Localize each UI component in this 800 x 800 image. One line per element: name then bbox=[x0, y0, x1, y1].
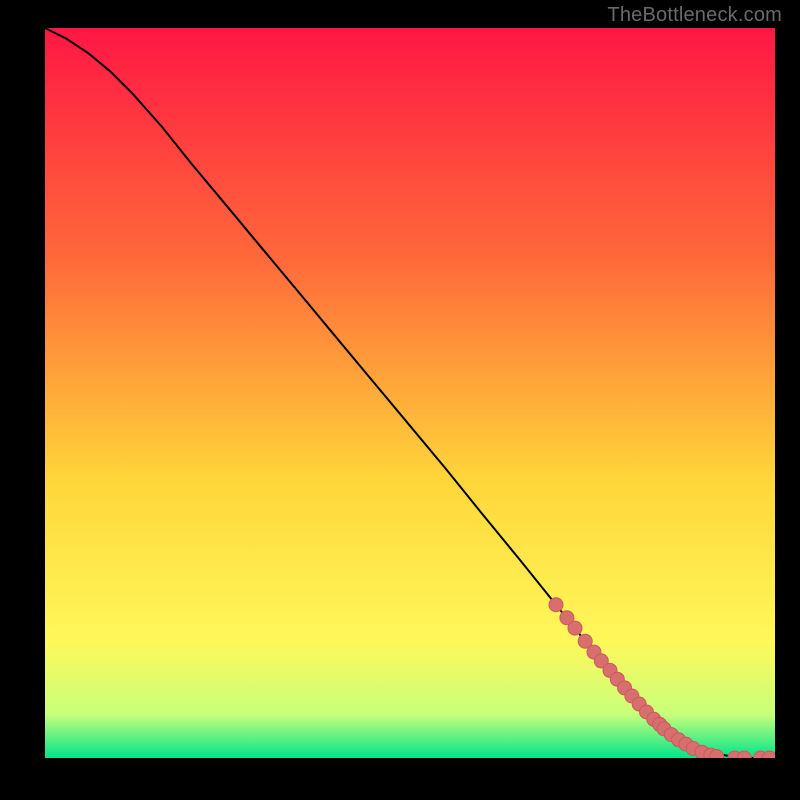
gradient-background bbox=[45, 28, 775, 758]
chart-svg bbox=[45, 28, 775, 758]
chart-frame: TheBottleneck.com bbox=[0, 0, 800, 800]
plot-area bbox=[45, 28, 775, 758]
data-point bbox=[549, 598, 563, 612]
watermark-text: TheBottleneck.com bbox=[607, 4, 782, 27]
data-point bbox=[568, 621, 582, 635]
